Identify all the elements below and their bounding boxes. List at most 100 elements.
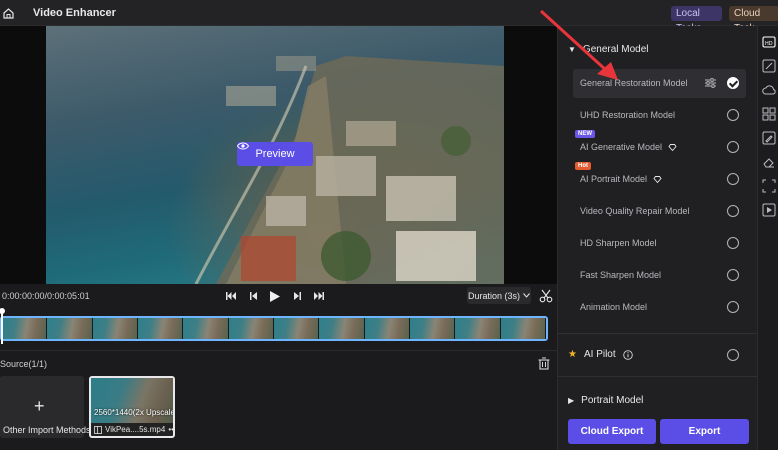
model-radio[interactable] bbox=[727, 205, 739, 217]
expand-triangle-icon: ▶ bbox=[568, 396, 575, 405]
eraser-icon[interactable] bbox=[762, 155, 776, 169]
cloud-export-button[interactable]: Cloud Export bbox=[568, 419, 656, 444]
ai-pilot-label: AI Pilot bbox=[583, 349, 616, 360]
general-model-header[interactable]: ▼ General Model bbox=[568, 44, 649, 55]
skip-end-button[interactable] bbox=[312, 289, 326, 303]
model-radio[interactable] bbox=[727, 109, 739, 121]
tool-rail: HD bbox=[757, 26, 778, 450]
model-ai-portrait[interactable]: Hot AI Portrait Model bbox=[573, 162, 746, 194]
cloud-task-button[interactable]: Cloud Task bbox=[729, 6, 778, 34]
source-divider bbox=[0, 350, 557, 351]
import-methods-label[interactable]: Other Import Methods ▾ bbox=[3, 425, 98, 436]
title-bar: Video Enhancer Local Tasks Cloud Task bbox=[0, 0, 778, 34]
video-frame: Preview bbox=[46, 26, 504, 284]
model-video-quality-repair[interactable]: Video Quality Repair Model bbox=[573, 197, 746, 226]
model-label: AI Portrait Model bbox=[580, 174, 662, 184]
filmstrip-frame bbox=[455, 318, 501, 339]
chevron-down-icon bbox=[523, 293, 530, 298]
diamond-icon bbox=[653, 175, 662, 183]
model-ai-generative[interactable]: NEW AI Generative Model bbox=[573, 130, 746, 162]
filmstrip-frame bbox=[500, 318, 546, 339]
portrait-model-header[interactable]: ▶ Portrait Model bbox=[568, 395, 643, 406]
edit-frame-icon[interactable] bbox=[762, 59, 776, 73]
grid-tools-icon[interactable] bbox=[762, 107, 776, 121]
import-card[interactable]: + Other Import Methods ▾ bbox=[0, 376, 98, 438]
model-fast-sharpen[interactable]: Fast Sharpen Model bbox=[573, 261, 746, 290]
model-animation[interactable]: Animation Model bbox=[573, 293, 746, 322]
step-forward-icon bbox=[293, 292, 301, 300]
model-radio-checked[interactable] bbox=[727, 77, 739, 89]
model-label-text: AI Portrait Model bbox=[580, 174, 648, 184]
general-model-title: General Model bbox=[582, 44, 649, 55]
info-icon[interactable] bbox=[622, 349, 633, 360]
playhead-knob[interactable] bbox=[0, 308, 5, 314]
timeline-filmstrip[interactable] bbox=[0, 316, 548, 341]
skip-start-icon bbox=[226, 292, 236, 300]
model-label: UHD Restoration Model bbox=[580, 110, 675, 120]
crop-icon[interactable] bbox=[762, 179, 776, 193]
eye-icon bbox=[237, 142, 249, 150]
ai-pilot-row[interactable]: ★ AI Pilot bbox=[568, 349, 633, 360]
model-radio[interactable] bbox=[727, 173, 739, 185]
panel-divider bbox=[558, 376, 758, 377]
home-button[interactable] bbox=[0, 2, 16, 24]
model-general-restoration[interactable]: General Restoration Model bbox=[573, 69, 746, 98]
sliders-icon[interactable] bbox=[705, 78, 716, 88]
model-label-text: AI Generative Model bbox=[580, 142, 663, 152]
trash-icon[interactable] bbox=[538, 357, 550, 370]
ai-pilot-radio[interactable] bbox=[727, 349, 739, 361]
model-label-text: Fast Sharpen Model bbox=[580, 270, 662, 280]
model-label: Fast Sharpen Model bbox=[580, 270, 661, 280]
model-label-text: UHD Restoration Model bbox=[580, 110, 676, 120]
model-uhd-restoration[interactable]: UHD Restoration Model bbox=[573, 101, 746, 130]
model-hd-sharpen[interactable]: HD Sharpen Model bbox=[573, 229, 746, 258]
collapse-triangle-icon: ▼ bbox=[568, 45, 576, 54]
cloud-icon[interactable] bbox=[762, 83, 776, 97]
model-radio[interactable] bbox=[727, 269, 739, 281]
local-tasks-button[interactable]: Local Tasks bbox=[671, 6, 722, 34]
export-button[interactable]: Export bbox=[660, 419, 749, 444]
step-forward-button[interactable] bbox=[290, 289, 304, 303]
more-icon[interactable]: ••• bbox=[168, 425, 173, 434]
model-label: HD Sharpen Model bbox=[580, 238, 657, 248]
model-radio[interactable] bbox=[727, 237, 739, 249]
model-label: AI Generative Model bbox=[580, 142, 677, 152]
clip-card[interactable]: 2560*1440(2x Upscale) VikPea....5s.mp4 •… bbox=[89, 376, 175, 438]
model-radio[interactable] bbox=[727, 301, 739, 313]
filmstrip-frame bbox=[319, 318, 365, 339]
video-file-icon bbox=[94, 425, 102, 434]
model-label: General Restoration Model bbox=[580, 78, 688, 88]
home-icon bbox=[2, 7, 14, 19]
timecode: 0:00:00:00/0:00:05:01 bbox=[2, 291, 90, 301]
skip-end-icon bbox=[314, 292, 324, 300]
enhance-video-icon[interactable]: HD bbox=[762, 35, 776, 49]
model-label: Animation Model bbox=[580, 302, 647, 312]
clip-name-row: VikPea....5s.mp4 ••• bbox=[94, 425, 173, 434]
skip-start-button[interactable] bbox=[224, 289, 238, 303]
filmstrip-frame bbox=[364, 318, 410, 339]
step-back-button[interactable] bbox=[246, 289, 260, 303]
clip-resolution: 2560*1440(2x Upscale) bbox=[94, 408, 175, 417]
diamond-icon bbox=[668, 143, 677, 151]
preview-button-label: Preview bbox=[255, 148, 295, 160]
duration-dropdown[interactable]: Duration (3s) bbox=[467, 287, 531, 304]
model-radio[interactable] bbox=[727, 141, 739, 153]
video-play-icon[interactable] bbox=[762, 203, 776, 217]
filmstrip-frame bbox=[273, 318, 320, 339]
app-title: Video Enhancer bbox=[33, 7, 116, 19]
filmstrip-frame bbox=[137, 318, 184, 339]
preview-area: Preview bbox=[0, 26, 557, 284]
import-methods-text: Other Import Methods bbox=[3, 425, 91, 435]
scissors-icon[interactable] bbox=[539, 289, 553, 303]
model-label-text: Video Quality Repair Model bbox=[580, 206, 690, 216]
playhead[interactable] bbox=[1, 310, 3, 344]
pen-icon[interactable] bbox=[762, 131, 776, 145]
play-button[interactable] bbox=[268, 289, 282, 303]
panel-divider bbox=[558, 333, 758, 334]
plus-icon: + bbox=[34, 396, 45, 416]
hot-badge: Hot bbox=[575, 162, 591, 170]
model-label-text: General Restoration Model bbox=[580, 78, 688, 88]
duration-label: Duration (3s) bbox=[467, 290, 521, 301]
filmstrip-frame bbox=[183, 318, 229, 339]
preview-button[interactable]: Preview bbox=[237, 142, 313, 166]
